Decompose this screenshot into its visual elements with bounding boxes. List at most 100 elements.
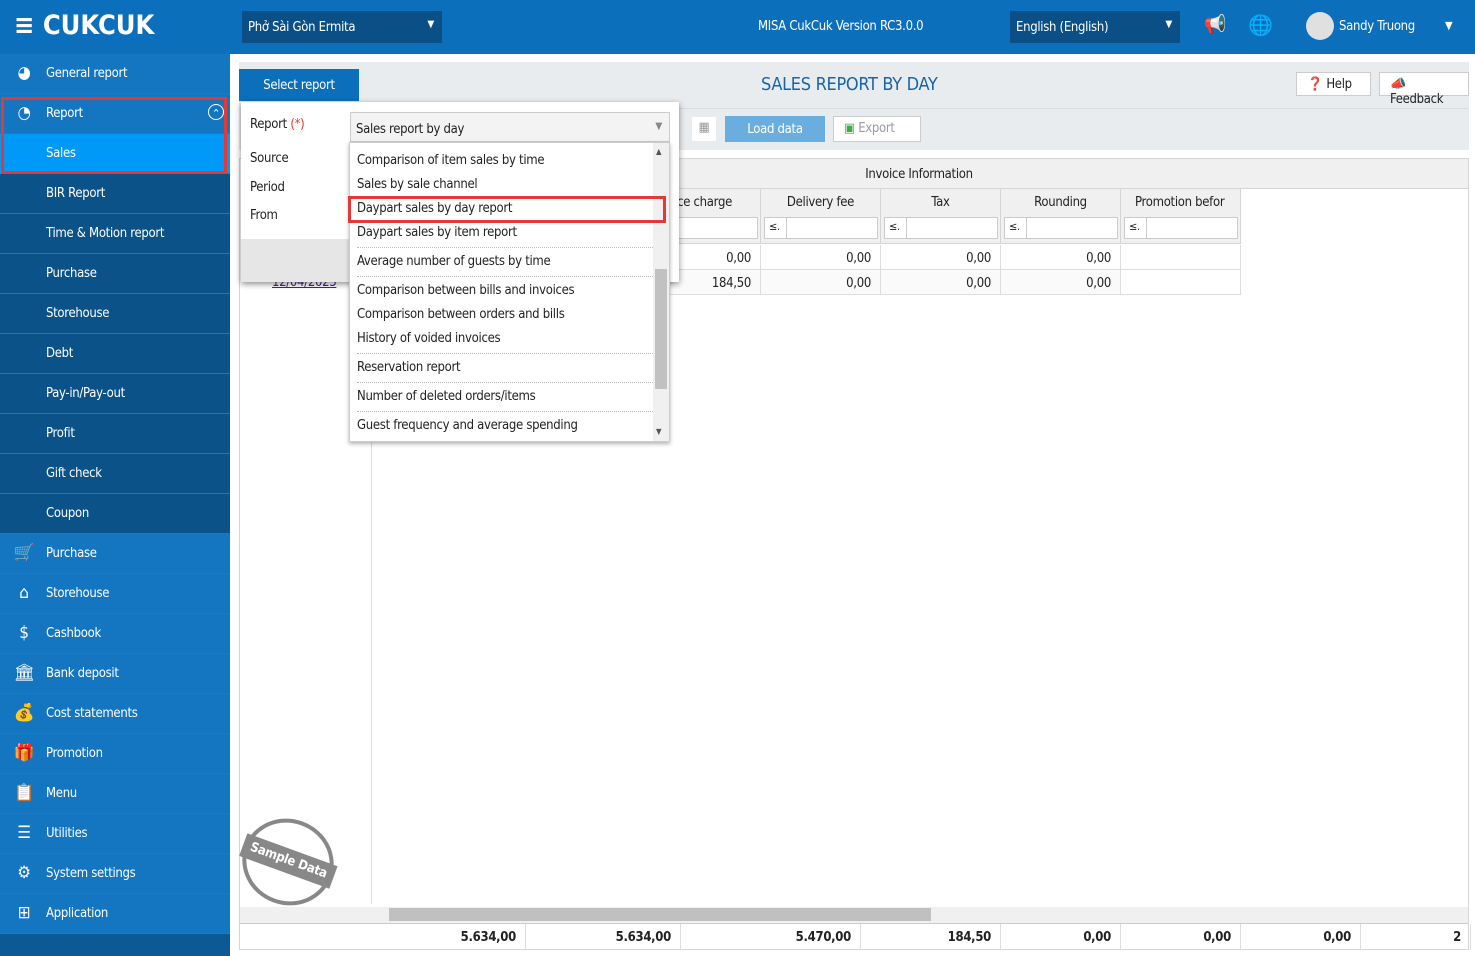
table-cell: 0,00 (881, 245, 1001, 270)
sidebar-item-purchase[interactable]: 🛒 Purchase (0, 534, 230, 574)
sidebar-item-label: Profit (46, 426, 75, 441)
dropdown-scrollbar[interactable]: ▲ ▼ (653, 143, 669, 441)
export-button[interactable]: ▣ Export (833, 116, 921, 142)
sidebar-item-time-motion-report[interactable]: Time & Motion report (0, 214, 230, 254)
sidebar-item-storehouse[interactable]: ⌂ Storehouse (0, 574, 230, 614)
dropdown-option[interactable]: Comparison of item sales by time (357, 153, 653, 168)
sidebar: ◕ General report ◔ Report ⌃ Sales BIR Report Ti… (0, 54, 230, 956)
scrollbar-thumb[interactable] (655, 269, 667, 389)
dropdown-option[interactable]: Comparison between orders and bills (357, 307, 653, 322)
sidebar-item-label: General report (46, 66, 128, 81)
version-label: MISA CukCuk Version RC3.0.0 (758, 19, 924, 34)
total-cell: 0,00 (1241, 924, 1361, 950)
sidebar-item-cost-statements[interactable]: 💰 Cost statements (0, 694, 230, 734)
highlight-box (348, 196, 666, 223)
horizontal-scrollbar[interactable] (240, 907, 1468, 923)
table-cell: 0,00 (761, 270, 881, 295)
filter-operator[interactable]: ≤. (885, 218, 907, 238)
sidebar-item-label: Purchase (46, 546, 97, 561)
total-cell: 5.634,00 (371, 924, 526, 950)
select-report-tab[interactable]: Select report (239, 69, 359, 101)
dropdown-option[interactable]: Average number of guests by time (357, 254, 653, 269)
total-cell: 0,00 (1001, 924, 1121, 950)
restaurant-select[interactable]: Phở Sài Gòn Ermita ▼ (242, 11, 442, 43)
sidebar-item-application[interactable]: ⊞ Application (0, 894, 230, 934)
announcement-icon[interactable]: 📢 (1204, 14, 1226, 35)
dropdown-option[interactable]: History of voided invoices (357, 331, 653, 346)
column-filter-input[interactable]: ≤. (884, 217, 998, 239)
globe-icon[interactable]: 🌐 (1248, 13, 1273, 37)
sidebar-item-label: Storehouse (46, 306, 110, 321)
table-cell: 0,00 (761, 245, 881, 270)
source-label: Source (250, 151, 289, 166)
dropdown-option[interactable]: Comparison between bills and invoices (357, 283, 653, 298)
sidebar-item-bir-report[interactable]: BIR Report (0, 174, 230, 214)
sidebar-item-label: Pay-in/Pay-out (46, 386, 125, 401)
sidebar-item-label: Utilities (46, 826, 88, 841)
sidebar-item-label: Storehouse (46, 586, 110, 601)
sidebar-item-storehouse[interactable]: Storehouse (0, 294, 230, 334)
sidebar-item-label: BIR Report (46, 186, 106, 201)
sidebar-item-label: Coupon (46, 506, 89, 521)
sidebar-item-menu[interactable]: 📋 Menu (0, 774, 230, 814)
dropdown-option[interactable]: Daypart sales by item report (357, 225, 653, 240)
report-select[interactable]: Sales report by day ▼ (350, 112, 670, 142)
feedback-button[interactable]: 📣 Feedback (1379, 72, 1469, 107)
sidebar-item-cashbook[interactable]: $ Cashbook (0, 614, 230, 654)
sidebar-item-debt[interactable]: Debt (0, 334, 230, 374)
sidebar-item-purchase[interactable]: Purchase (0, 254, 230, 294)
sidebar-item-label: Menu (46, 786, 77, 801)
dollar-icon: $ (19, 623, 29, 643)
total-cell: 184,50 (861, 924, 1001, 950)
sidebar-item-bank-deposit[interactable]: 🏛 Bank deposit (0, 654, 230, 694)
sidebar-item-profit[interactable]: Profit (0, 414, 230, 454)
help-button[interactable]: ❓ Help (1296, 72, 1371, 96)
list-icon: ☰ (17, 823, 31, 843)
filter-operator[interactable]: ≤. (1005, 218, 1027, 238)
total-cell: 5.470,00 (681, 924, 861, 950)
sidebar-item-label: Debt (46, 346, 74, 361)
from-label: From (250, 208, 278, 223)
help-icon: ❓ (1307, 77, 1323, 92)
dropdown-option[interactable]: Sales by sale channel (357, 177, 653, 192)
sidebar-item-general-report[interactable]: ◕ General report (0, 54, 230, 94)
sidebar-item-label: Cost statements (46, 706, 138, 721)
table-cell: 0,00 (1001, 245, 1121, 270)
logo[interactable]: ≡ CUKCUK (14, 10, 154, 41)
sidebar-item-coupon[interactable]: Coupon (0, 494, 230, 534)
sidebar-item-pay-in-pay-out[interactable]: Pay-in/Pay-out (0, 374, 230, 414)
bank-icon: 🏛 (13, 663, 35, 683)
calendar-icon[interactable]: ▦ (692, 117, 716, 141)
user-menu-caret-icon[interactable]: ▼ (1445, 19, 1453, 32)
column-filter-input[interactable]: ≤. (1004, 217, 1118, 239)
column-filter-input[interactable]: ≤. (1124, 217, 1238, 239)
language-select[interactable]: English (English) ▼ (1010, 11, 1180, 43)
caret-down-icon: ▼ (1165, 19, 1172, 30)
sidebar-item-label: System settings (46, 866, 136, 881)
report-label: Report (*) (250, 117, 305, 132)
column-filter-input[interactable]: ≤. (764, 217, 878, 239)
avatar[interactable] (1306, 12, 1334, 40)
sidebar-item-gift-check[interactable]: Gift check (0, 454, 230, 494)
user-name[interactable]: Sandy Truong (1339, 19, 1415, 34)
sidebar-item-promotion[interactable]: 🎁 Promotion (0, 734, 230, 774)
sidebar-item-system-settings[interactable]: ⚙ System settings (0, 854, 230, 894)
report-dropdown-list: ▲ ▼ Comparison of item sales by time Sale… (348, 142, 670, 442)
sidebar-item-label: Gift check (46, 466, 102, 481)
app-icon: ⊞ (17, 903, 31, 923)
gift-icon: 🎁 (13, 743, 35, 763)
page-title: SALES REPORT BY DAY (761, 74, 938, 95)
load-data-button[interactable]: Load data (725, 116, 825, 142)
sidebar-item-utilities[interactable]: ☰ Utilities (0, 814, 230, 854)
scrollbar-thumb[interactable] (389, 908, 931, 921)
menu-icon[interactable]: ≡ (14, 10, 34, 41)
caret-down-icon: ▼ (655, 121, 662, 132)
filter-operator[interactable]: ≤. (1125, 218, 1147, 238)
sidebar-item-label: Application (46, 906, 109, 921)
sidebar-item-label: Promotion (46, 746, 103, 761)
dropdown-option[interactable]: Guest frequency and average spending (357, 418, 653, 433)
filter-operator[interactable]: ≤. (765, 218, 787, 238)
cart-icon: 🛒 (13, 543, 35, 563)
dropdown-option[interactable]: Reservation report (357, 360, 653, 375)
dropdown-option[interactable]: Number of deleted orders/items (357, 389, 653, 404)
